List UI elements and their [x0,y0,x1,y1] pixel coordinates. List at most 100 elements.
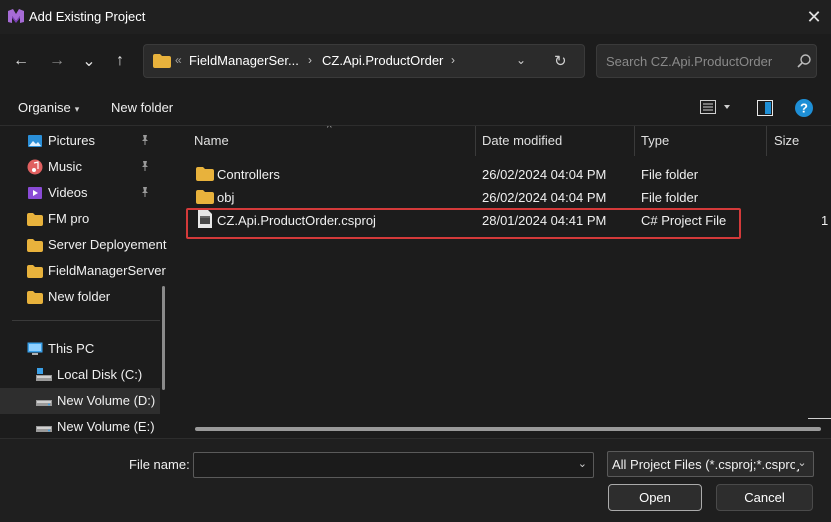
sidebar-item-label: Music [48,159,82,174]
folder-icon [27,213,43,226]
file-list: ^ Name Date modified Type Size Controlle… [174,126,831,438]
folder-icon [196,167,214,181]
sidebar-item-server-deployement[interactable]: Server Deployement [0,232,167,258]
folder-icon [196,190,214,204]
preview-pane-icon [757,100,773,116]
sidebar-item-fm-pro[interactable]: FM pro [0,206,160,232]
column-divider[interactable] [634,126,635,156]
visual-studio-icon [8,9,24,23]
navigation-bar: ← → ⌄ ↑ « FieldManagerSer... › CZ.Api.Pr… [0,34,831,88]
search-icon [797,54,811,68]
refresh-icon[interactable]: ↻ [554,52,567,70]
sidebar-item-label: Local Disk (C:) [57,367,143,382]
sidebar-item-label: New Volume (E:) [57,419,155,434]
file-row[interactable]: obj 26/02/2024 04:04 PM File folder [186,186,746,209]
preview-pane-button[interactable] [757,100,773,119]
file-date: 26/02/2024 04:04 PM [482,167,607,182]
this-pc-icon [27,342,43,355]
folder-icon [153,54,171,68]
chevron-right-icon[interactable]: › [308,53,312,67]
sidebar-item-label: Pictures [48,133,95,148]
videos-icon [28,187,42,199]
cancel-button[interactable]: Cancel [716,484,813,511]
search-box[interactable]: Search CZ.Api.ProductOrder [596,44,817,78]
file-name: Controllers [217,167,280,182]
forward-button[interactable]: → [45,49,69,73]
pictures-icon [28,135,42,147]
new-folder-button[interactable]: New folder [111,100,173,115]
file-name-label: File name: [129,457,190,472]
navigation-pane: Pictures Music Videos FM pro Server Depl… [0,126,168,438]
sidebar-item-label: FM pro [48,211,90,226]
file-date: 26/02/2024 04:04 PM [482,190,607,205]
sidebar-item-local-disk-c[interactable]: Local Disk (C:) [0,362,160,388]
sidebar-item-label: Videos [48,185,88,200]
pin-icon [142,135,148,145]
organise-button[interactable]: Organise ▾ [18,100,79,115]
horizontal-scrollbar[interactable] [195,427,821,431]
close-button[interactable]: ✕ [801,4,827,30]
file-type-filter-value: All Project Files (*.csproj;*.csproj [612,457,800,472]
list-view-icon [700,100,730,114]
column-header-date[interactable]: Date modified [482,133,562,148]
file-type: File folder [641,167,699,182]
recent-locations-button[interactable]: ⌄ [77,49,101,73]
file-name: obj [217,190,235,205]
file-type-filter[interactable]: All Project Files (*.csproj;*.csproj ⌄ [607,451,814,477]
column-header-name[interactable]: Name [194,133,229,148]
window-title: Add Existing Project [29,9,146,24]
sidebar-item-label: Server Deployement [48,237,167,252]
title-bar: Add Existing Project ✕ [0,0,831,34]
folder-icon [27,239,43,252]
caret-down-icon: ▾ [74,104,80,114]
help-icon: ? [795,99,813,117]
dialog-footer: File name: ⌄ All Project Files (*.csproj… [0,438,831,522]
back-button[interactable]: ← [9,49,33,73]
folder-icon [27,291,43,304]
column-header-size[interactable]: Size [774,133,799,148]
column-divider[interactable] [475,126,476,156]
sidebar-item-pictures[interactable]: Pictures [0,128,160,154]
sidebar-item-this-pc[interactable]: This PC [0,336,160,362]
local-disk-icon [36,368,52,381]
file-row[interactable]: Controllers 26/02/2024 04:04 PM File fol… [186,163,746,186]
sidebar-divider [12,320,160,321]
pin-icon [142,161,148,171]
up-button[interactable]: ↑ [108,49,132,73]
highlight-box [186,208,741,239]
command-bar: Organise ▾ New folder ? [0,88,831,126]
sidebar-item-fieldmanagerserver[interactable]: FieldManagerServer [0,258,166,284]
sidebar-item-new-volume-e[interactable]: New Volume (E:) [0,414,160,438]
drive-icon [36,400,52,406]
file-type: File folder [641,190,699,205]
column-header-type[interactable]: Type [641,133,669,148]
folder-icon [27,265,43,278]
help-button[interactable]: ? [795,99,813,120]
chevron-down-icon[interactable]: ⌄ [578,457,587,470]
sidebar-item-label: FieldManagerServer [48,263,166,278]
sort-ascending-icon: ^ [327,126,332,134]
scrollbar-mark [808,418,831,419]
search-input[interactable]: Search CZ.Api.ProductOrder [606,54,772,69]
view-options-button[interactable] [700,100,730,117]
breadcrumb-overflow-icon[interactable]: « [175,53,182,67]
open-button[interactable]: Open [608,484,702,511]
address-bar[interactable]: « FieldManagerSer... › CZ.Api.ProductOrd… [143,44,585,78]
sidebar-item-new-volume-d[interactable]: New Volume (D:) [0,388,160,414]
svg-text:?: ? [800,101,808,116]
breadcrumb-item[interactable]: CZ.Api.ProductOrder [322,53,443,68]
chevron-right-icon[interactable]: › [451,53,455,67]
sidebar-item-videos[interactable]: Videos [0,180,160,206]
sidebar-scrollbar[interactable] [162,286,165,390]
pin-icon [142,187,148,197]
chevron-down-icon[interactable]: ⌄ [516,53,526,67]
sidebar-item-music[interactable]: Music [0,154,160,180]
breadcrumb-item[interactable]: FieldManagerSer... [189,53,299,68]
music-icon [27,159,43,175]
sidebar-item-label: This PC [48,341,95,356]
file-name-field[interactable]: ⌄ [193,452,594,478]
chevron-down-icon[interactable]: ⌄ [795,456,809,469]
sidebar-item-new-folder[interactable]: New folder [0,284,160,310]
column-divider[interactable] [766,126,767,156]
file-size: 1 [821,213,829,228]
